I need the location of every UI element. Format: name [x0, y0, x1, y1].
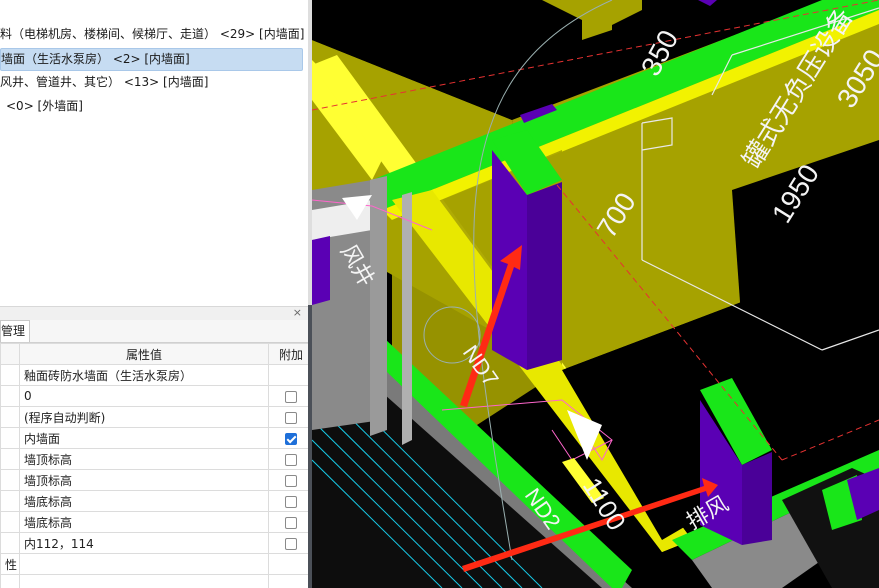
property-value[interactable]: 墙底标高: [19, 490, 269, 512]
property-value[interactable]: 内墙面: [19, 427, 269, 449]
left-panel: 料（电梯机房、楼梯间、候梯厅、走道） <29> [内墙面] 墙面（生活水泵房） …: [0, 0, 308, 588]
column-gray: [370, 176, 387, 436]
property-value[interactable]: 墙顶标高: [19, 469, 269, 491]
property-extra[interactable]: [268, 532, 308, 554]
property-row[interactable]: 性: [0, 553, 308, 575]
attach-checkbox-checked[interactable]: [285, 432, 297, 445]
tree-item-pump-room[interactable]: 墙面（生活水泵房） <2> [内墙面]: [0, 48, 303, 71]
property-grid: 属性值 附加 釉面砖防水墙面（生活水泵房） 0 (程序自动判断) 内墙面 墙顶标…: [0, 343, 308, 588]
property-name: [0, 532, 20, 554]
property-name: [0, 574, 20, 588]
column-a-side: [527, 182, 562, 370]
column-purple-left: [312, 236, 330, 305]
property-extra[interactable]: [268, 511, 308, 533]
header-extra: 附加: [268, 343, 308, 365]
column-top-purple: [698, 0, 717, 6]
property-extra[interactable]: [268, 406, 308, 428]
property-name: [0, 406, 20, 428]
property-name: [0, 364, 20, 386]
property-name: [0, 469, 20, 491]
wall-type-tree: 料（电梯机房、楼梯间、候梯厅、走道） <29> [内墙面] 墙面（生活水泵房） …: [0, 0, 308, 306]
property-extra[interactable]: [268, 427, 308, 449]
property-value[interactable]: 墙顶标高: [19, 448, 269, 470]
attach-checkbox[interactable]: [285, 411, 297, 424]
property-value[interactable]: 内112，114: [19, 532, 269, 554]
attach-checkbox[interactable]: [285, 516, 297, 529]
property-name: 性: [0, 553, 20, 575]
attach-checkbox[interactable]: [285, 390, 297, 403]
column-b-side: [742, 452, 772, 545]
property-value[interactable]: (程序自动判断): [19, 406, 269, 428]
property-row[interactable]: 0: [0, 385, 308, 407]
attach-checkbox[interactable]: [285, 537, 297, 550]
property-value[interactable]: 墙底标高: [19, 511, 269, 533]
property-row[interactable]: 内112，114: [0, 532, 308, 554]
property-name: [0, 511, 20, 533]
property-row[interactable]: 釉面砖防水墙面（生活水泵房）: [0, 364, 308, 386]
close-icon[interactable]: ×: [293, 306, 302, 319]
tree-item-elevator-corridor[interactable]: 料（电梯机房、楼梯间、候梯厅、走道） <29> [内墙面]: [0, 24, 305, 45]
tab-manage[interactable]: 管理: [0, 320, 31, 342]
property-extra[interactable]: [268, 490, 308, 512]
pillar-gray: [402, 192, 412, 445]
property-grid-header: 属性值 附加: [0, 343, 308, 365]
tree-item-shafts[interactable]: 风井、管道井、其它） <13> [内墙面]: [0, 72, 305, 93]
property-value[interactable]: [19, 553, 269, 575]
property-name: [0, 490, 20, 512]
property-row[interactable]: (程序自动判断): [0, 406, 308, 428]
header-value: 属性值: [19, 343, 269, 365]
property-name: [0, 448, 20, 470]
property-extra[interactable]: [268, 469, 308, 491]
attach-checkbox[interactable]: [285, 453, 297, 466]
property-extra: [268, 574, 308, 588]
property-row[interactable]: 墙底标高: [0, 490, 308, 512]
property-tabbar: 管理: [0, 320, 308, 343]
property-extra[interactable]: [268, 448, 308, 470]
attach-checkbox[interactable]: [285, 495, 297, 508]
property-row[interactable]: 墙底标高: [0, 511, 308, 533]
property-value[interactable]: 釉面砖防水墙面（生活水泵房）: [19, 364, 269, 386]
cad-scene: 350 3050 罐式无负压设备 700 1950 1100 ND7 ND2 风…: [312, 0, 879, 588]
property-name: [0, 385, 20, 407]
property-row[interactable]: 内墙面: [0, 427, 308, 449]
column-top: [582, 0, 612, 40]
property-row[interactable]: 墙顶标高: [0, 448, 308, 470]
property-name: [0, 427, 20, 449]
property-row[interactable]: [0, 574, 308, 588]
property-value[interactable]: [19, 574, 269, 588]
cad-3d-viewport[interactable]: 350 3050 罐式无负压设备 700 1950 1100 ND7 ND2 风…: [312, 0, 879, 588]
property-extra: [268, 553, 308, 575]
attach-checkbox[interactable]: [285, 474, 297, 487]
header-name: [0, 343, 20, 365]
tree-item-exterior-wall[interactable]: <0> [外墙面]: [6, 96, 296, 117]
property-extra[interactable]: [268, 385, 308, 407]
property-value[interactable]: 0: [19, 385, 269, 407]
property-row[interactable]: 墙顶标高: [0, 469, 308, 491]
property-extra: [268, 364, 308, 386]
